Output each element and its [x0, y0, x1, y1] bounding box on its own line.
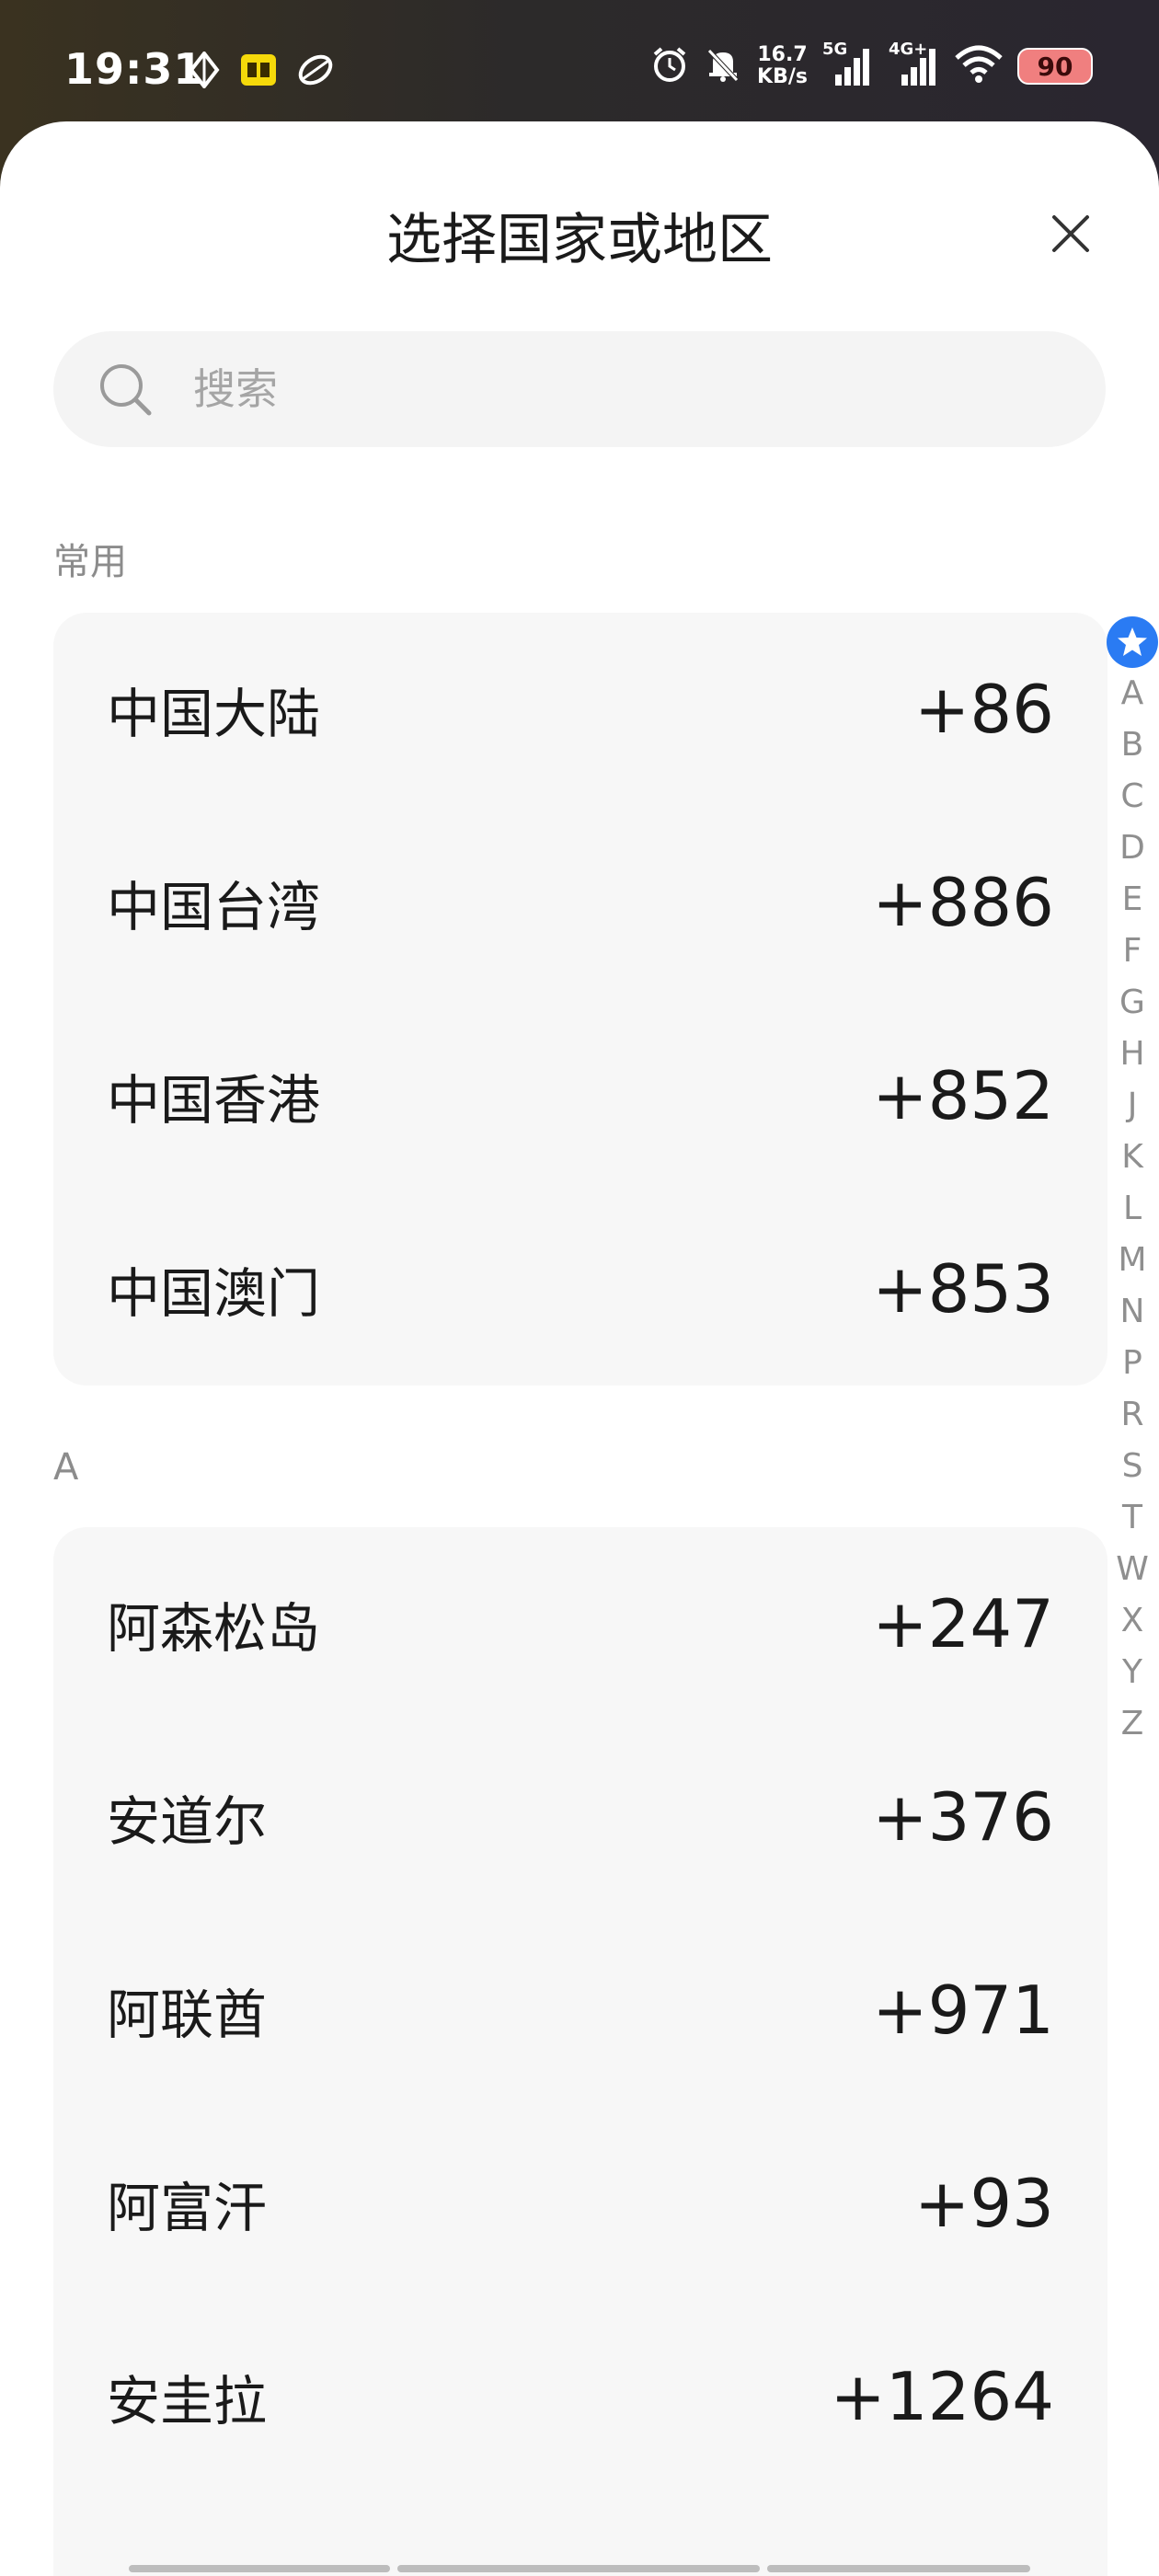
country-name: 中国台湾: [107, 876, 321, 938]
index-letter[interactable]: M: [1118, 1235, 1146, 1286]
index-letter[interactable]: P: [1122, 1338, 1142, 1389]
scroll-hint-segment: [767, 2565, 1030, 2572]
index-letter[interactable]: Z: [1121, 1698, 1144, 1750]
search-icon: [96, 360, 155, 419]
index-letter[interactable]: E: [1122, 874, 1143, 926]
common-countries-card: 中国大陆 +86 中国台湾 +886 中国香港 +852 中国澳门 +853: [53, 613, 1107, 1386]
status-left-icons: [189, 50, 334, 92]
country-code: +247: [872, 1585, 1054, 1662]
net-speed: 16.7 KB/s: [757, 44, 808, 88]
index-letter[interactable]: T: [1122, 1492, 1142, 1544]
country-name: 安道尔: [107, 1790, 268, 1853]
index-letter[interactable]: G: [1119, 977, 1145, 1029]
list-item[interactable]: 阿富汗 +93: [53, 2107, 1107, 2300]
alphabet-index[interactable]: A B C D E F G H J K L M N P R S T W X Y …: [1104, 616, 1159, 1750]
index-letter[interactable]: W: [1116, 1544, 1149, 1595]
index-letter[interactable]: A: [1121, 668, 1144, 719]
list-item[interactable]: 中国澳门 +853: [53, 1192, 1107, 1386]
country-picker-sheet: 选择国家或地区 常用 中国大陆 +86 中国台湾 +886 中国香港 +852 …: [0, 121, 1159, 2576]
signal-4g: 4G+: [889, 40, 940, 87]
index-letter[interactable]: K: [1121, 1132, 1143, 1183]
country-code: +886: [872, 864, 1054, 941]
search-input[interactable]: [191, 363, 1023, 415]
index-letter[interactable]: F: [1123, 926, 1142, 977]
index-letter[interactable]: N: [1120, 1286, 1145, 1338]
status-time: 19:31: [64, 44, 204, 94]
sheet-title: 选择国家或地区: [386, 208, 773, 272]
list-item[interactable]: 中国台湾 +886: [53, 806, 1107, 999]
mute-bell-icon: [704, 45, 742, 87]
signal-5g: 5G: [822, 40, 874, 87]
battery-indicator: 90: [1017, 48, 1093, 85]
diamond-icon: [189, 50, 220, 92]
list-item[interactable]: 中国香港 +852: [53, 999, 1107, 1192]
country-code: +86: [914, 671, 1054, 748]
list-item[interactable]: 中国大陆 +86: [53, 613, 1107, 806]
country-name: 中国香港: [107, 1069, 321, 1132]
scroll-hint-segment: [397, 2565, 760, 2572]
app-notification-icon: [240, 53, 277, 90]
country-code: +1264: [830, 2358, 1054, 2435]
index-letter[interactable]: D: [1119, 822, 1145, 874]
section-header-a: A: [53, 1446, 79, 1489]
star-icon: [1118, 627, 1147, 656]
index-letter[interactable]: R: [1120, 1389, 1143, 1441]
net-speed-value: 16.7: [757, 43, 808, 66]
wifi-icon: [955, 45, 1003, 87]
country-name: 阿森松岛: [107, 1597, 321, 1660]
list-item[interactable]: 阿森松岛 +247: [53, 1527, 1107, 1720]
index-letter[interactable]: L: [1123, 1183, 1142, 1235]
list-item[interactable]: 阿联酋 +971: [53, 1914, 1107, 2107]
country-code: +971: [872, 1972, 1054, 2049]
a-countries-card: 阿森松岛 +247 安道尔 +376 阿联酋 +971 阿富汗 +93 安圭拉 …: [53, 1527, 1107, 2576]
index-letter[interactable]: H: [1119, 1029, 1144, 1080]
country-name: 中国澳门: [107, 1262, 321, 1325]
status-right-icons: 16.7 KB/s 5G 4G+ 90: [650, 40, 1093, 88]
country-code: +852: [872, 1057, 1054, 1134]
scroll-hint-segment: [129, 2565, 390, 2572]
list-item[interactable]: 安圭拉 +1264: [53, 2300, 1107, 2493]
signal-4g-tag: 4G+: [889, 40, 928, 59]
search-bar[interactable]: [53, 331, 1106, 447]
status-bar: 19:31 16.7 KB/s 5G 4G+ 90: [0, 0, 1159, 138]
index-favorites[interactable]: [1107, 616, 1158, 668]
country-name: 安圭拉: [107, 2370, 268, 2432]
index-letter[interactable]: X: [1121, 1595, 1144, 1647]
signal-5g-tag: 5G: [822, 40, 848, 59]
country-code: +93: [914, 2165, 1054, 2242]
index-letter[interactable]: J: [1128, 1080, 1138, 1132]
alarm-icon: [650, 45, 689, 87]
index-letter[interactable]: Y: [1122, 1647, 1142, 1698]
leaf-icon: [297, 52, 334, 92]
section-header-common: 常用: [53, 541, 127, 583]
net-speed-unit: KB/s: [757, 65, 808, 88]
country-name: 中国大陆: [107, 683, 321, 745]
country-name: 阿富汗: [107, 2177, 268, 2239]
index-letter[interactable]: C: [1120, 771, 1143, 822]
country-name: 阿联酋: [107, 1984, 268, 2046]
close-icon: [1052, 215, 1089, 252]
country-code: +376: [872, 1778, 1054, 1856]
close-button[interactable]: [1039, 202, 1102, 265]
index-letter[interactable]: B: [1121, 719, 1144, 771]
country-code: +853: [872, 1250, 1054, 1328]
list-item[interactable]: 安道尔 +376: [53, 1720, 1107, 1914]
index-letter[interactable]: S: [1122, 1441, 1143, 1492]
